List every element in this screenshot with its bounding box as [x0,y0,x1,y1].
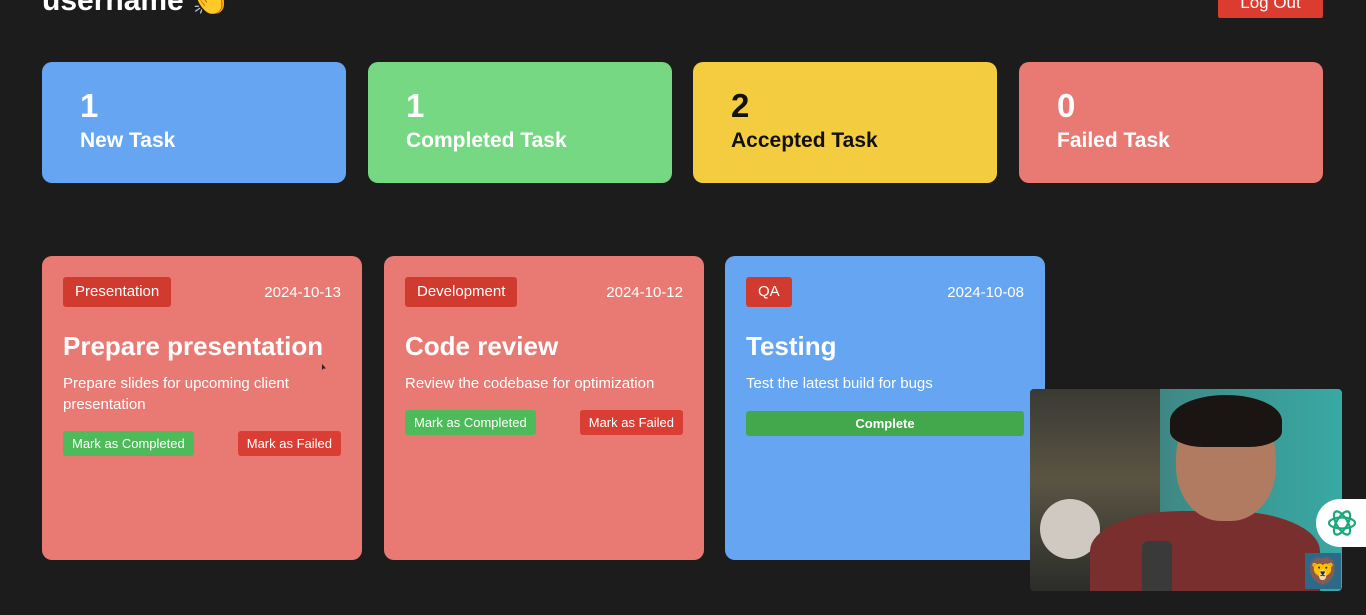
mark-failed-button[interactable]: Mark as Failed [579,410,683,435]
task-card: Presentation 2024-10-13 Prepare presenta… [42,256,362,560]
task-date: 2024-10-12 [606,283,683,301]
task-card: Development 2024-10-12 Code review Revie… [384,256,704,560]
stat-card-failed: 0 Failed Task [1019,62,1323,183]
stat-label: Failed Task [1057,129,1170,152]
category-badge: Presentation [63,277,172,307]
task-description: Prepare slides for upcoming client prese… [63,375,289,413]
person-hair-image [1170,395,1282,447]
task-title: Testing [746,331,837,361]
category-badge: Development [405,277,518,307]
lion-emoji-icon: 🦁 [1305,553,1341,589]
person-image [1090,511,1320,591]
mark-failed-button[interactable]: Mark as Failed [237,431,341,456]
mark-completed-button[interactable]: Mark as Completed [63,431,194,456]
stat-count: 1 [406,87,425,124]
openai-icon [1327,510,1357,536]
task-date: 2024-10-08 [947,283,1024,301]
stat-label: Accepted Task [731,129,878,152]
microphone-image [1142,541,1172,591]
stat-label: New Task [80,129,176,152]
task-description: Review the codebase for optimization [405,375,655,392]
task-title: Code review [405,331,559,361]
webcam-overlay [1030,389,1342,591]
assistant-launcher[interactable] [1316,499,1366,547]
complete-status-button[interactable]: Complete [746,411,1024,436]
mark-completed-button[interactable]: Mark as Completed [405,410,536,435]
dashboard: username 👏 Log Out 1 New Task 1 Complete… [0,0,1366,615]
stat-count: 2 [731,87,750,124]
category-badge: QA [746,277,792,307]
stat-card-new: 1 New Task [42,62,346,183]
stat-card-accepted: 2 Accepted Task [693,62,997,183]
task-title: Prepare presentation [63,331,324,361]
task-date: 2024-10-13 [264,283,341,301]
task-description: Test the latest build for bugs [746,375,933,392]
stat-count: 0 [1057,87,1076,124]
stat-label: Completed Task [406,129,567,152]
task-card: QA 2024-10-08 Testing Test the latest bu… [725,256,1045,560]
stat-card-completed: 1 Completed Task [368,62,672,183]
stat-count: 1 [80,87,99,124]
greeting-heading: username 👏 [42,0,230,17]
cursor-icon [322,364,326,370]
logout-button[interactable]: Log Out [1218,0,1323,18]
